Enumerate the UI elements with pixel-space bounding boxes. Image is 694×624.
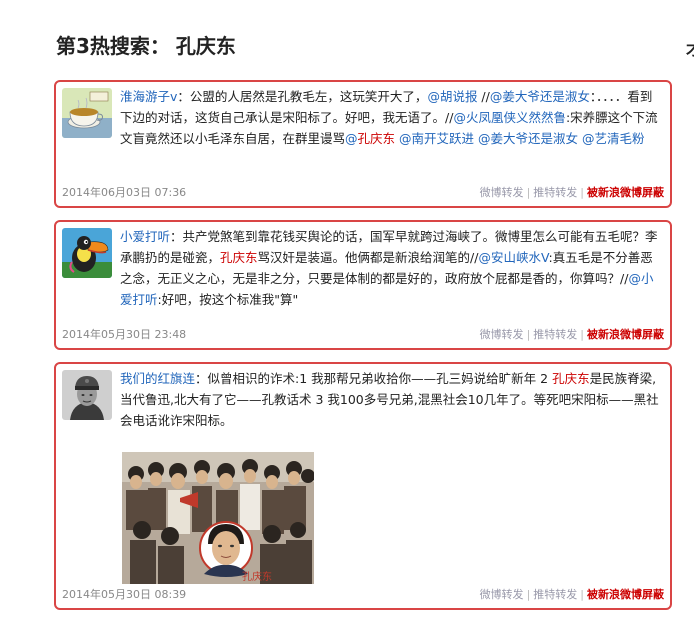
mention-link[interactable]: @南开艾跃进 <box>399 131 474 146</box>
colon-text: ： <box>195 371 208 386</box>
soldier-portrait-avatar[interactable] <box>62 370 112 420</box>
post-meta: 2014年06月03日 07:36 微博转发 | 推特转发 | 被新浪微博屏蔽 <box>62 184 664 200</box>
heading-label: 第3热搜索： <box>56 34 170 58</box>
weibo-forward-link[interactable]: 微博转发 <box>480 328 524 341</box>
post-author-link[interactable]: 小爱打听 <box>120 229 170 244</box>
mention-link[interactable]: @ <box>345 131 358 146</box>
mention-link[interactable]: @艺清毛粉 <box>582 131 645 146</box>
mention-link[interactable]: @姜大爷还是淑女 <box>478 131 578 146</box>
twitter-forward-link[interactable]: 推特转发 <box>533 328 577 341</box>
post-timestamp: 2014年05月30日 08:39 <box>62 588 187 601</box>
crowd-photo[interactable]: 孔庆东 <box>122 452 314 584</box>
keyword-highlight[interactable]: 孔庆东 <box>358 131 396 146</box>
mention-link[interactable]: @火凤凰侠义然然鲁 <box>453 110 566 125</box>
keyword-highlight[interactable]: 孔庆东 <box>552 371 590 386</box>
mention-link[interactable]: @姜大爷还是淑女 <box>490 89 590 104</box>
post-actions: 微博转发 | 推特转发 | 被新浪微博屏蔽 <box>480 326 664 342</box>
photo-stamp-text: 孔庆东 <box>242 570 272 583</box>
toucan-avatar[interactable] <box>62 228 112 278</box>
separator: | <box>580 186 584 199</box>
twitter-forward-link[interactable]: 推特转发 <box>533 186 577 199</box>
colon-text: ： <box>177 89 190 104</box>
post-card: 我们的红旗连：似曾相识的诈术:1 我那帮兄弟收拾你——孔三妈说给旷新年 2 孔庆… <box>54 362 672 610</box>
blocked-by-weibo-label[interactable]: 被新浪微博屏蔽 <box>587 186 664 199</box>
post-card: 淮海游子v：公盟的人居然是孔教毛左，这玩笑开大了，@胡说报 //@姜大爷还是淑女… <box>54 80 672 208</box>
twitter-forward-link[interactable]: 推特转发 <box>533 588 577 601</box>
mention-link[interactable]: @胡说报 <box>427 89 477 104</box>
separator: | <box>580 588 584 601</box>
blocked-by-weibo-label[interactable]: 被新浪微博屏蔽 <box>587 588 664 601</box>
clipped-edge-text: 才 <box>686 36 694 60</box>
weibo-forward-link[interactable]: 微博转发 <box>480 186 524 199</box>
post-timestamp: 2014年05月30日 23:48 <box>62 328 187 341</box>
separator: | <box>526 186 531 199</box>
post-text: 淮海游子v：公盟的人居然是孔教毛左，这玩笑开大了，@胡说报 //@姜大爷还是淑女… <box>120 86 662 149</box>
keyword-highlight[interactable]: 孔庆东 <box>220 250 258 265</box>
post-actions: 微博转发 | 推特转发 | 被新浪微博屏蔽 <box>480 586 664 602</box>
post-body-text: // <box>477 89 490 104</box>
post-actions: 微博转发 | 推特转发 | 被新浪微博屏蔽 <box>480 184 664 200</box>
page-heading: 第3热搜索： 孔庆东 <box>56 30 236 59</box>
post-meta: 2014年05月30日 23:48 微博转发 | 推特转发 | 被新浪微博屏蔽 <box>62 326 664 342</box>
colon-text: ： <box>170 229 183 244</box>
separator: | <box>526 328 531 341</box>
post-card: 小爱打听：共产党煞笔到靠花钱买舆论的话，国军早就跨过海峡了。微博里怎么可能有五毛… <box>54 220 672 350</box>
post-body-text: 公盟的人居然是孔教毛左，这玩笑开大了， <box>189 89 428 104</box>
post-body-text: 似曾相识的诈术:1 我那帮兄弟收拾你——孔三妈说给旷新年 2 <box>207 371 553 386</box>
mention-link[interactable]: @安山峡水V <box>478 250 548 265</box>
post-author-link[interactable]: 我们的红旗连 <box>120 371 195 386</box>
separator: | <box>526 588 531 601</box>
post-text: 小爱打听：共产党煞笔到靠花钱买舆论的话，国军早就跨过海峡了。微博里怎么可能有五毛… <box>120 226 662 310</box>
post-body-text: 骂汉奸是装逼。他俩都是新浪给润笔的// <box>257 250 479 265</box>
blocked-by-weibo-label[interactable]: 被新浪微博屏蔽 <box>587 328 664 341</box>
heading-keyword: 孔庆东 <box>175 34 236 58</box>
post-text: 我们的红旗连：似曾相识的诈术:1 我那帮兄弟收拾你——孔三妈说给旷新年 2 孔庆… <box>120 368 662 431</box>
separator: | <box>580 328 584 341</box>
teacup-avatar[interactable] <box>62 88 112 138</box>
post-meta: 2014年05月30日 08:39 微博转发 | 推特转发 | 被新浪微博屏蔽 <box>62 586 664 602</box>
post-body-text: :好吧，按这个标准我"算" <box>157 292 299 307</box>
post-author-link[interactable]: 淮海游子v <box>120 89 177 104</box>
weibo-forward-link[interactable]: 微博转发 <box>480 588 524 601</box>
post-timestamp: 2014年06月03日 07:36 <box>62 186 187 199</box>
